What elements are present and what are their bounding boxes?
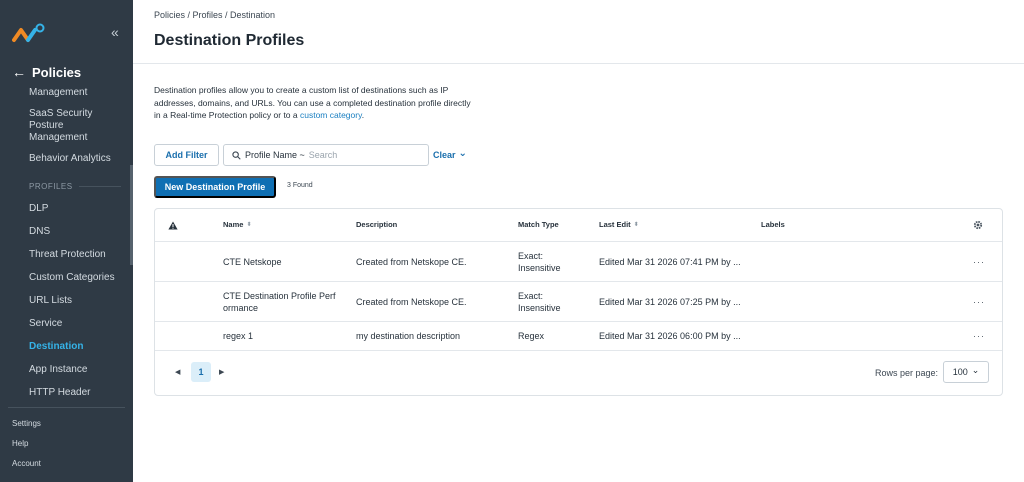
sort-desc-icon: ⬍ bbox=[633, 222, 639, 228]
clear-label: Clear bbox=[433, 150, 456, 160]
name-line: CTE Destination Profile Perf bbox=[223, 290, 336, 301]
page-title: Destination Profiles bbox=[154, 32, 305, 49]
row-name[interactable]: CTE Destination Profile Perf ormance bbox=[223, 282, 336, 321]
rows-per-page-value: 100 bbox=[952, 367, 968, 377]
sidebar-item-behavior-analytics[interactable]: Behavior Analytics bbox=[0, 153, 133, 165]
sidebar-item-service[interactable]: Service bbox=[0, 318, 133, 330]
row-name[interactable]: CTE Netskope bbox=[223, 242, 282, 281]
description-end: . bbox=[361, 110, 365, 120]
row-more-icon[interactable]: ··· bbox=[973, 322, 985, 350]
row-last-edit: Edited Mar 31 2026 07:25 PM by ... bbox=[599, 296, 741, 307]
netskope-logo-icon[interactable] bbox=[12, 22, 48, 44]
description-line: addresses, domains, and URLs. You can us… bbox=[154, 97, 471, 108]
sidebar-title: Policies bbox=[32, 64, 82, 80]
sidebar-nav: Management SaaS Security Posture Managem… bbox=[0, 84, 133, 399]
profiles-table: Name ⬍ Description Match Type Last Edit … bbox=[154, 208, 1003, 396]
column-header-match-type: Match Type bbox=[518, 220, 559, 229]
column-header-name[interactable]: Name ⬍ bbox=[223, 209, 251, 241]
search-placeholder: Search bbox=[308, 150, 338, 160]
sidebar-item-dns[interactable]: DNS bbox=[0, 226, 133, 238]
add-filter-button[interactable]: Add Filter bbox=[154, 144, 219, 166]
rows-per-page-select[interactable]: 100 ⌄ bbox=[943, 361, 989, 383]
column-label: Name bbox=[223, 220, 244, 229]
description-line: Destination profiles allow you to create… bbox=[154, 85, 449, 95]
match-line: Exact: bbox=[518, 290, 544, 301]
warning-column bbox=[168, 209, 178, 241]
column-label: Last Edit bbox=[599, 220, 631, 229]
match-line: Insensitive bbox=[518, 302, 561, 313]
column-header-labels: Labels bbox=[761, 220, 785, 229]
sidebar-item-management[interactable]: Management bbox=[0, 87, 133, 99]
back-arrow-icon: ← bbox=[12, 64, 26, 80]
sidebar-item-http-header[interactable]: HTTP Header bbox=[0, 387, 133, 399]
clear-filters-button[interactable]: Clear ⌄ bbox=[433, 147, 467, 161]
sidebar-item-account[interactable]: Account bbox=[12, 459, 41, 468]
page-number-button[interactable]: 1 bbox=[191, 362, 211, 382]
collapse-sidebar-icon[interactable]: « bbox=[111, 24, 119, 40]
section-divider bbox=[78, 186, 121, 187]
sidebar-item-custom-categories[interactable]: Custom Categories bbox=[0, 272, 133, 284]
back-to-policies[interactable]: ← Policies bbox=[12, 64, 81, 80]
pagination: ◀ 1 ▶ Rows per page: 100 ⌄ bbox=[155, 351, 1002, 395]
search-field-name: Profile Name ~ bbox=[245, 150, 305, 160]
warning-icon bbox=[168, 221, 178, 229]
header-divider bbox=[133, 63, 1024, 64]
row-more-icon[interactable]: ··· bbox=[973, 242, 985, 281]
table-header: Name ⬍ Description Match Type Last Edit … bbox=[155, 209, 1002, 242]
section-label: PROFILES bbox=[29, 182, 73, 191]
rows-per-page-label: Rows per page: bbox=[875, 368, 939, 378]
row-description: Created from Netskope CE. bbox=[356, 256, 467, 267]
column-header-description: Description bbox=[356, 220, 398, 229]
page-description: Destination profiles allow you to create… bbox=[154, 84, 499, 122]
description-line: in a Real-time Protection policy or to a bbox=[154, 110, 300, 120]
match-line: Exact: bbox=[518, 250, 544, 261]
chevron-down-icon: ⌄ bbox=[971, 364, 980, 375]
sidebar-item-dlp[interactable]: DLP bbox=[0, 203, 133, 215]
sidebar: « ← Policies Management SaaS Security Po… bbox=[0, 0, 133, 482]
sidebar-item-destination[interactable]: Destination bbox=[0, 341, 133, 353]
row-description: Created from Netskope CE. bbox=[356, 296, 467, 307]
row-last-edit: Edited Mar 31 2026 07:41 PM by ... bbox=[599, 256, 741, 267]
table-row[interactable]: CTE Destination Profile Perf ormance Cre… bbox=[155, 282, 1002, 322]
match-line: Insensitive bbox=[518, 262, 561, 273]
search-icon bbox=[232, 150, 241, 160]
sidebar-item-app-instance[interactable]: App Instance bbox=[0, 364, 133, 376]
row-more-icon[interactable]: ··· bbox=[973, 282, 985, 321]
table-row[interactable]: regex 1 my destination description Regex… bbox=[155, 322, 1002, 351]
row-match-type: Exact: Insensitive bbox=[518, 282, 561, 321]
name-line: ormance bbox=[223, 302, 259, 313]
row-name[interactable]: regex 1 bbox=[223, 322, 253, 350]
sort-icon: ⬍ bbox=[246, 222, 252, 228]
row-match-type: Regex bbox=[518, 331, 545, 341]
column-header-last-edit[interactable]: Last Edit ⬍ bbox=[599, 209, 639, 241]
sidebar-bottom-divider bbox=[8, 407, 125, 408]
sidebar-item-settings[interactable]: Settings bbox=[12, 419, 41, 428]
row-last-edit: Edited Mar 31 2026 06:00 PM by ... bbox=[599, 331, 741, 341]
row-description: my destination description bbox=[356, 331, 461, 341]
sidebar-scrollbar[interactable] bbox=[130, 165, 133, 265]
sidebar-item-threat-protection[interactable]: Threat Protection bbox=[0, 249, 133, 261]
prev-page-icon[interactable]: ◀ bbox=[175, 368, 180, 376]
sidebar-item-sspm[interactable]: SaaS Security Posture Management bbox=[0, 108, 105, 144]
sidebar-item-help[interactable]: Help bbox=[12, 439, 28, 448]
custom-category-link[interactable]: custom category bbox=[300, 110, 362, 120]
chevron-down-icon: ⌄ bbox=[458, 147, 467, 159]
column-settings-button[interactable] bbox=[973, 209, 983, 241]
breadcrumb[interactable]: Policies / Profiles / Destination bbox=[154, 10, 275, 20]
sidebar-section-profiles: PROFILES bbox=[0, 182, 133, 191]
table-row[interactable]: CTE Netskope Created from Netskope CE. E… bbox=[155, 242, 1002, 282]
gear-icon bbox=[973, 220, 983, 230]
sidebar-item-url-lists[interactable]: URL Lists bbox=[0, 295, 133, 307]
search-input[interactable]: Profile Name ~ Search bbox=[223, 144, 429, 166]
new-destination-profile-button[interactable]: New Destination Profile bbox=[154, 176, 276, 198]
row-match-type: Exact: Insensitive bbox=[518, 242, 561, 281]
next-page-icon[interactable]: ▶ bbox=[219, 368, 224, 376]
result-count: 3 Found bbox=[287, 182, 313, 189]
